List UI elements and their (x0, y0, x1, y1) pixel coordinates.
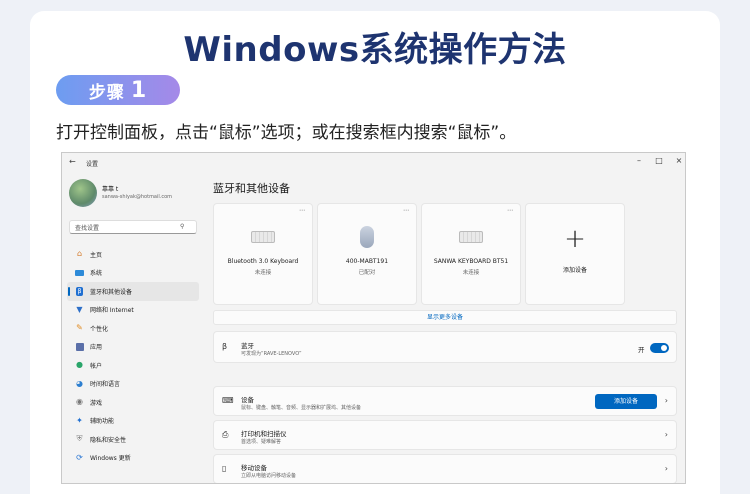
user-email: sanwa-shiyak@hotmail.com (102, 194, 173, 200)
sidebar-item-time-language[interactable]: ◕ 时间和语言 (67, 375, 199, 394)
show-more-devices-button[interactable]: 显示更多设备 (213, 310, 677, 325)
avatar[interactable] (69, 179, 97, 207)
device-card-mouse[interactable]: ⋯ 400-MABT191 已配对 (317, 203, 417, 305)
monitor-icon (75, 268, 84, 277)
device-name: Bluetooth 3.0 Keyboard (227, 258, 299, 265)
gamepad-icon: ◉ (76, 397, 83, 407)
instruction-text: 打开控制面板，点击“鼠标”选项；或在搜索框内搜索“鼠标”。 (56, 123, 517, 143)
home-icon: ⌂ (76, 249, 83, 259)
sidebar-item-personalization[interactable]: ✎ 个性化 (67, 319, 199, 338)
row-title: 设备 (241, 396, 254, 404)
sidebar-item-accessibility[interactable]: ✦ 辅助功能 (67, 412, 199, 431)
devices-row[interactable]: ⌨ 设备 鼠标、键盘、触笔、音频、显示器和扩展坞、其他设备 添加设备 › (213, 386, 677, 416)
sidebar-item-label: 隐私和安全性 (90, 436, 127, 444)
sidebar-item-bluetooth[interactable]: β 蓝牙和其他设备 (67, 282, 199, 301)
minimize-icon[interactable]: – (632, 156, 646, 165)
chevron-right-icon: › (664, 430, 668, 439)
device-name: 400-MABT191 (345, 258, 389, 265)
sidebar-item-label: 帐户 (90, 362, 103, 370)
page-title: Windows系统操作方法 (183, 30, 567, 70)
device-status: 未连接 (462, 270, 480, 276)
device-status: 已配对 (358, 270, 376, 276)
row-title: 蓝牙 (241, 342, 254, 350)
sidebar-item-label: 个性化 (90, 325, 109, 333)
window-title: 设置 (86, 161, 99, 168)
sidebar-item-privacy[interactable]: ⛨ 隐私和安全性 (67, 430, 199, 449)
shield-icon: ⛨ (76, 434, 83, 444)
row-subtitle: 鼠标、键盘、触笔、音频、显示器和扩展坞、其他设备 (241, 405, 362, 411)
add-device-card[interactable]: + 添加设备 (525, 203, 625, 305)
chevron-right-icon: › (664, 464, 668, 473)
toggle-knob (661, 345, 667, 351)
search-input[interactable]: 查找设置 (69, 220, 197, 234)
devices-icon: ⌨ (222, 396, 234, 405)
printers-row[interactable]: ⎙ 打印机和扫描仪 首选项、疑难解答 › (213, 420, 677, 450)
content-title: 蓝牙和其他设备 (213, 182, 290, 195)
sidebar-item-apps[interactable]: 应用 (67, 338, 199, 357)
settings-window: ← 设置 – □ × 靠靠 t sanwa-shiyak@hotmail.com… (61, 152, 686, 484)
account-icon: ● (76, 360, 83, 370)
device-card-bluetooth-keyboard[interactable]: ⋯ Bluetooth 3.0 Keyboard 未连接 (213, 203, 313, 305)
sidebar-item-label: 应用 (90, 344, 103, 352)
wifi-icon: ▼ (76, 304, 83, 314)
more-options-icon[interactable]: ⋯ (403, 207, 409, 214)
more-options-icon[interactable]: ⋯ (299, 207, 305, 214)
step-badge: 步骤 1 (56, 75, 180, 105)
close-icon[interactable]: × (672, 156, 685, 165)
sidebar-item-label: 主页 (90, 251, 103, 259)
sidebar-item-label: 系统 (90, 270, 103, 278)
device-name: SANWA KEYBOARD BT51 (433, 258, 509, 265)
bluetooth-icon: β (222, 342, 228, 351)
user-name: 靠靠 t (102, 186, 119, 193)
sidebar-item-network[interactable]: ▼ 网络和 Internet (67, 301, 199, 320)
back-arrow-icon[interactable]: ← (69, 157, 76, 166)
sidebar-item-label: 时间和语言 (90, 381, 121, 389)
row-subtitle: 可发现为“RAVE-LENOVO” (241, 351, 302, 357)
sidebar-item-label: 辅助功能 (90, 418, 115, 426)
step-number: 1 (130, 77, 148, 103)
mouse-icon (360, 226, 374, 248)
bluetooth-icon: β (76, 286, 83, 296)
brush-icon: ✎ (76, 323, 83, 333)
apps-icon (75, 342, 84, 351)
keyboard-icon (459, 231, 483, 243)
row-subtitle: 立即从电脑访问移动设备 (241, 473, 297, 479)
globe-icon: ◕ (76, 378, 83, 388)
sidebar-item-label: 蓝牙和其他设备 (90, 288, 133, 296)
chevron-right-icon: › (664, 396, 668, 405)
device-status: 未连接 (254, 270, 272, 276)
step-label: 步骤 (88, 82, 125, 103)
sidebar-item-label: Windows 更新 (90, 455, 131, 463)
mobile-row[interactable]: ▯ 移动设备 立即从电脑访问移动设备 › (213, 454, 677, 483)
sidebar-item-windows-update[interactable]: ⟳ Windows 更新 (67, 449, 199, 468)
bluetooth-toggle[interactable] (650, 343, 669, 353)
device-card-sanwa-keyboard[interactable]: ⋯ SANWA KEYBOARD BT51 未连接 (421, 203, 521, 305)
row-subtitle: 首选项、疑难解答 (241, 439, 282, 445)
search-icon[interactable]: ⚲ (180, 223, 184, 230)
sidebar-item-accounts[interactable]: ● 帐户 (67, 356, 199, 375)
bluetooth-row: β 蓝牙 可发现为“RAVE-LENOVO” 开 (213, 331, 677, 363)
phone-icon: ▯ (222, 464, 227, 473)
more-options-icon[interactable]: ⋯ (507, 207, 513, 214)
row-title: 打印机和扫描仪 (241, 430, 287, 438)
sidebar-item-home[interactable]: ⌂ 主页 (67, 245, 199, 264)
sidebar-item-gaming[interactable]: ◉ 游戏 (67, 393, 199, 412)
add-device-button[interactable]: 添加设备 (595, 394, 657, 409)
keyboard-icon (251, 231, 275, 243)
sidebar-item-label: 网络和 Internet (90, 307, 134, 315)
title-bar: ← 设置 – □ × (62, 153, 685, 175)
toggle-label: 开 (638, 346, 645, 354)
maximize-icon[interactable]: □ (652, 156, 666, 165)
plus-icon: + (564, 224, 586, 254)
sidebar-item-system[interactable]: 系统 (67, 264, 199, 283)
update-icon: ⟳ (76, 452, 83, 462)
sidebar-nav: ⌂ 主页 系统 β 蓝牙和其他设备 ▼ 网络和 Internet ✎ 个性化 应用 ● 帐… (67, 245, 199, 467)
add-device-label: 添加设备 (562, 267, 587, 274)
row-title: 移动设备 (241, 464, 267, 472)
sidebar-item-label: 游戏 (90, 399, 103, 407)
accessibility-icon: ✦ (76, 415, 83, 425)
printer-icon: ⎙ (222, 430, 229, 439)
